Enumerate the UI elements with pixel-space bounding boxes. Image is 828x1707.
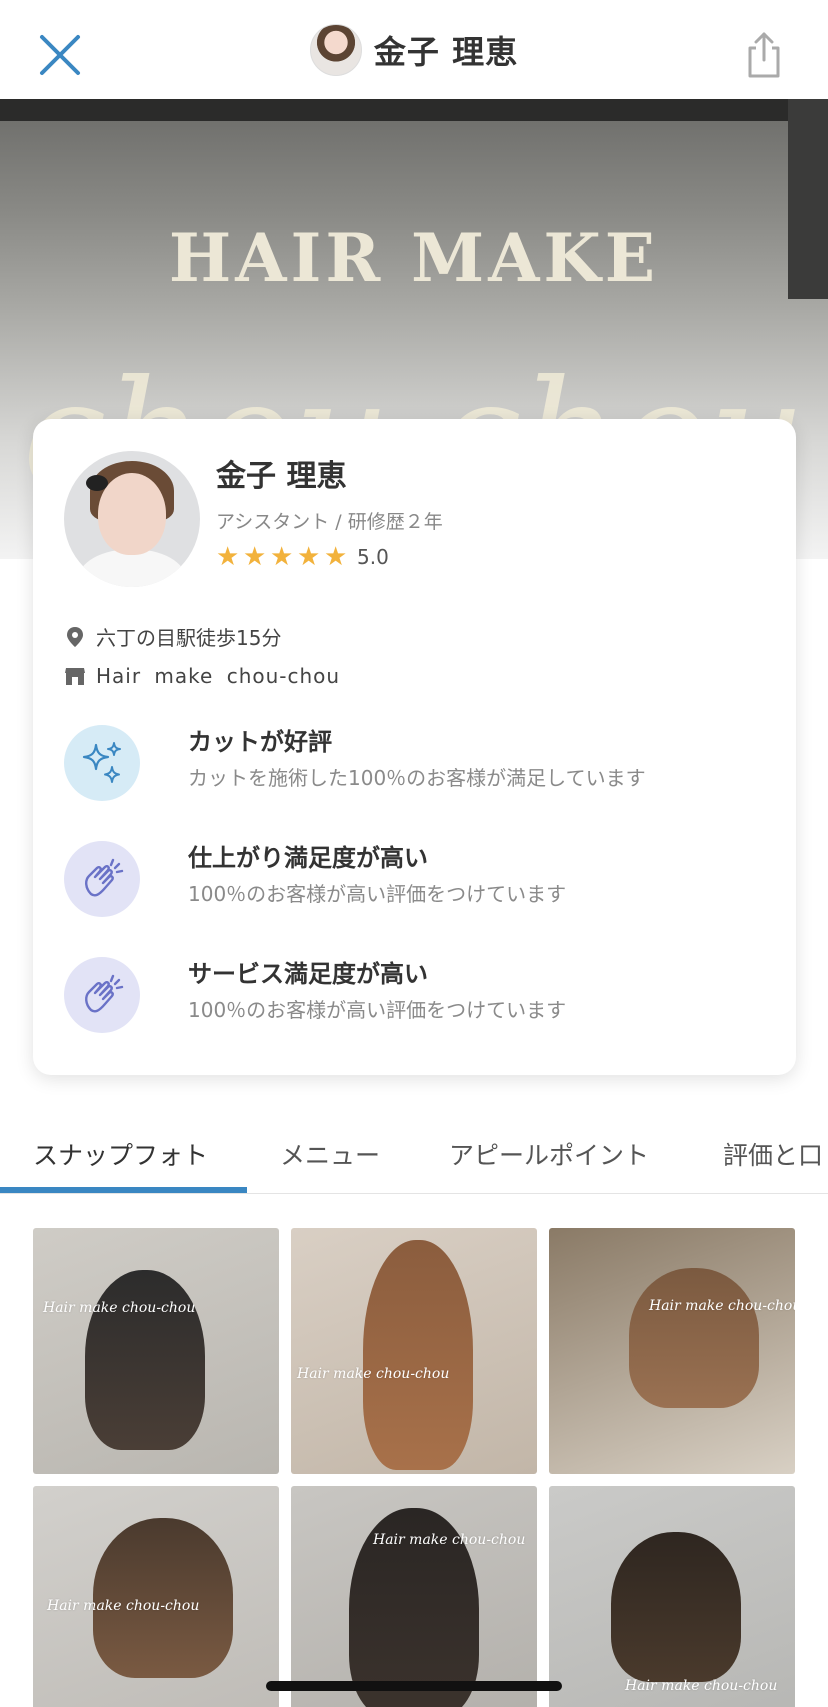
stylist-role: アシスタント / 研修歴２年 [216, 511, 443, 533]
avatar-bow [86, 475, 108, 491]
shop-name: Hair make chou-chou [96, 664, 341, 688]
snap-photo[interactable]: Hair make chou-chou [291, 1228, 537, 1474]
tab-appeal-points[interactable]: アピールポイント [449, 1136, 649, 1172]
snap-photo[interactable]: Hair make chou-chou [33, 1228, 279, 1474]
shop-row[interactable]: Hair make chou-chou [64, 664, 340, 688]
photo-watermark: Hair make chou-chou [43, 1300, 196, 1316]
top-bar: 金子 理恵 [0, 0, 828, 99]
active-tab-indicator [0, 1187, 247, 1193]
clapping-hands-icon [64, 841, 140, 917]
map-pin-icon [64, 626, 86, 648]
page-title: 金子 理恵 [373, 32, 519, 71]
cover-frame-bar [0, 99, 828, 121]
close-icon [40, 35, 80, 75]
photo-watermark: Hair make chou-chou [47, 1598, 200, 1614]
feature-title: カットが好評 [188, 728, 332, 756]
photo-watermark: Hair make chou-chou [373, 1532, 526, 1548]
avatar-face [98, 473, 166, 555]
share-icon [748, 32, 780, 78]
stylist-profile-card: 金子 理恵 アシスタント / 研修歴２年 ★ ★ ★ ★ ★ 5.0 六丁の目駅… [33, 419, 796, 1075]
feature-title: 仕上がり満足度が高い [188, 844, 428, 872]
header-avatar [309, 23, 362, 76]
home-indicator [266, 1681, 562, 1691]
photo-watermark: Hair make chou-chou [625, 1678, 778, 1694]
snap-photo[interactable]: Hair make chou-chou [291, 1486, 537, 1707]
stylist-avatar [64, 451, 200, 587]
salon-sign-text: HAIR MAKE [168, 219, 660, 297]
clapping-hands-icon [64, 957, 140, 1033]
star-icon: ★ [324, 542, 348, 572]
rating-value: 5.0 [357, 545, 389, 569]
feature-service-satisfaction: サービス満足度が高い 100％のお客様が高い評価をつけています [64, 954, 764, 1034]
feature-description: 100％のお客様が高い評価をつけています [188, 998, 567, 1022]
tab-menu[interactable]: メニュー [280, 1136, 380, 1172]
rating: ★ ★ ★ ★ ★ 5.0 [216, 542, 389, 572]
feature-finish-satisfaction: 仕上がり満足度が高い 100％のお客様が高い評価をつけています [64, 838, 764, 918]
location-row: 六丁の目駅徒歩15分 [64, 622, 281, 651]
tab-snap-photo[interactable]: スナップフォト [33, 1136, 208, 1172]
store-icon [64, 665, 86, 687]
sparkle-icon [64, 725, 140, 801]
feature-title: サービス満足度が高い [188, 960, 428, 988]
star-icon: ★ [270, 542, 294, 572]
photo-watermark: Hair make chou-chou [297, 1366, 450, 1382]
close-button[interactable] [38, 33, 82, 77]
tab-reviews[interactable]: 評価と口 [723, 1136, 823, 1172]
feature-cut-popular: カットが好評 カットを施術した100％のお客様が満足しています [64, 722, 764, 802]
location-text: 六丁の目駅徒歩15分 [96, 626, 282, 650]
header-center: 金子 理恵 [309, 23, 519, 76]
snap-photo[interactable]: Hair make chou-chou [549, 1228, 795, 1474]
photo-watermark: Hair make chou-chou [649, 1298, 795, 1314]
star-icon: ★ [216, 542, 240, 572]
star-icon: ★ [297, 542, 321, 572]
star-icon: ★ [243, 542, 267, 572]
feature-description: 100％のお客様が高い評価をつけています [188, 882, 567, 906]
stylist-name: 金子 理恵 [216, 459, 347, 494]
share-button[interactable] [744, 30, 784, 80]
snap-photo[interactable]: Hair make chou-chou [33, 1486, 279, 1707]
feature-description: カットを施術した100％のお客様が満足しています [188, 766, 646, 790]
snap-photo[interactable]: Hair make chou-chou [549, 1486, 795, 1707]
content-tabs: スナップフォト メニュー アピールポイント 評価と口 [0, 1110, 828, 1194]
